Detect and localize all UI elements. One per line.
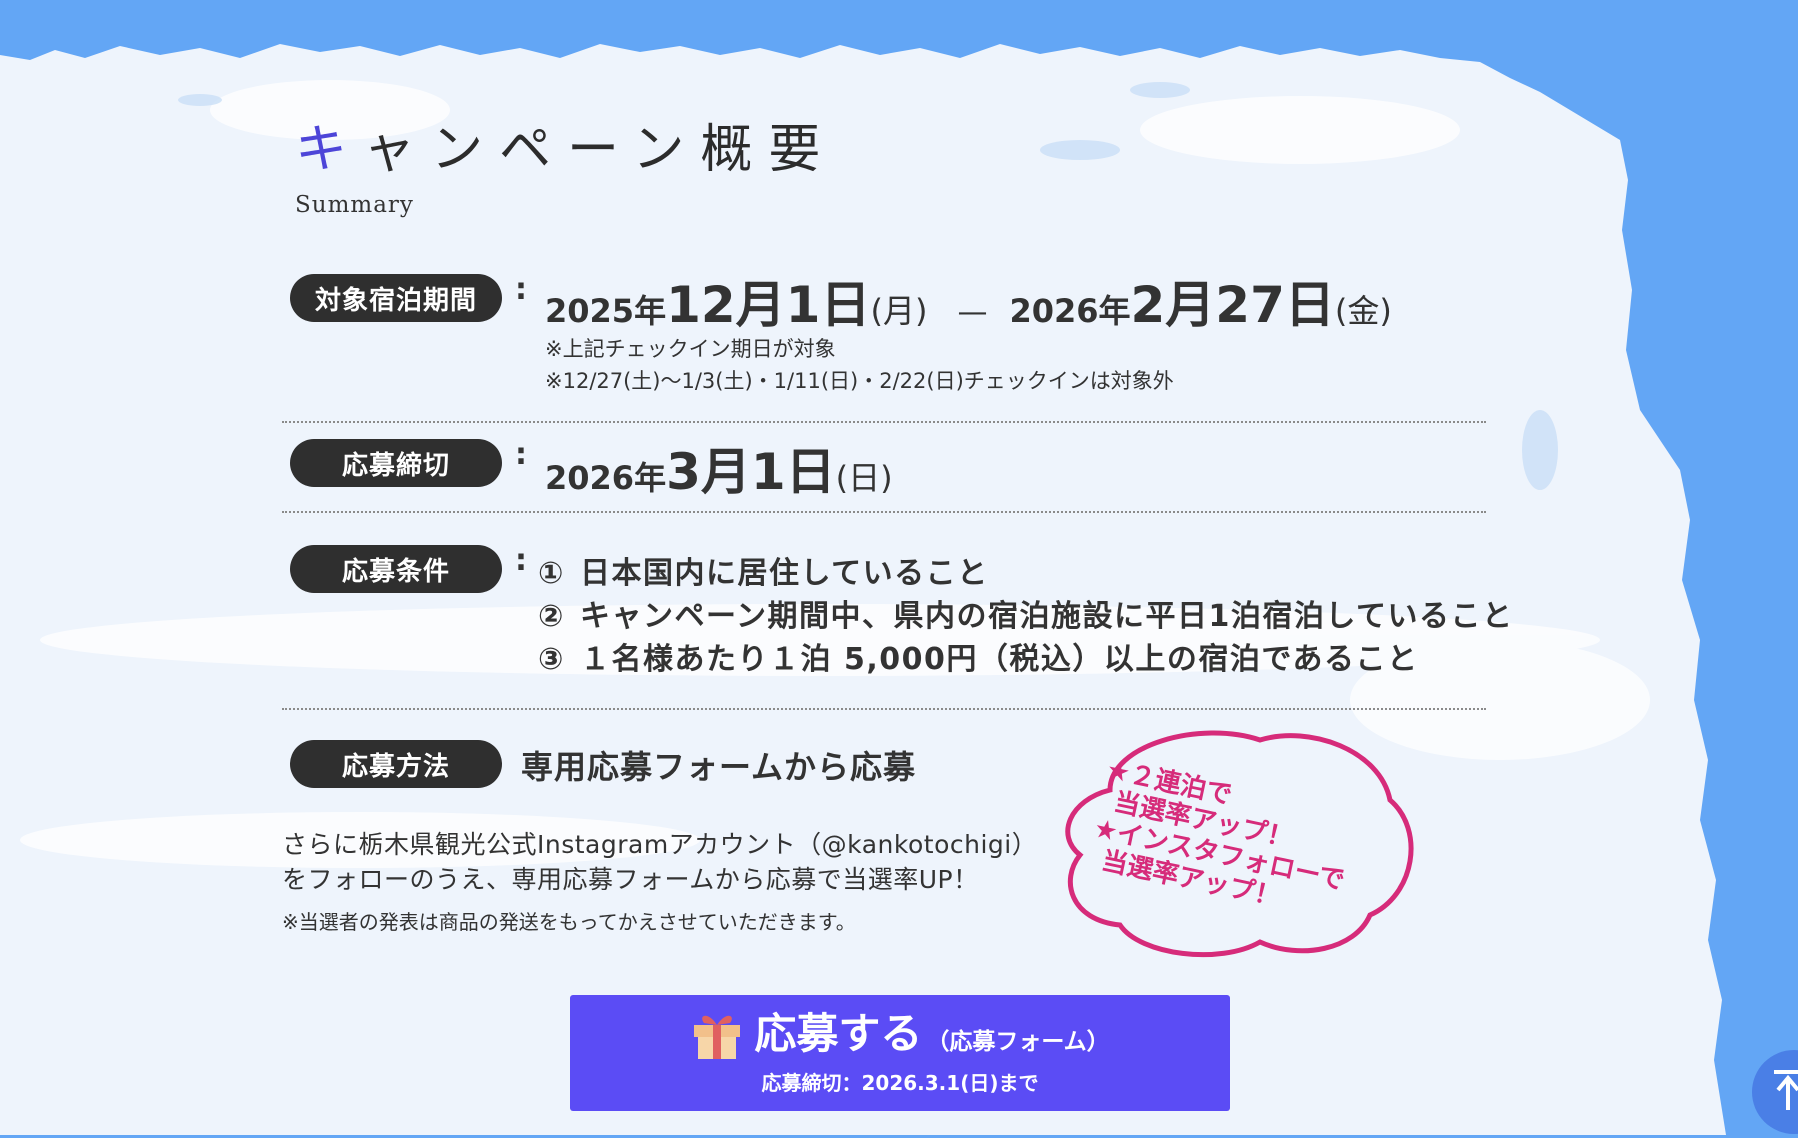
condition-item: ① 日本国内に居住していること xyxy=(538,556,989,591)
apply-button-main: 応募する （応募フォーム） xyxy=(570,1007,1230,1061)
period-dates: 2025年12月1日(月) — 2026年2月27日(金) xyxy=(545,265,1392,337)
gift-icon xyxy=(694,1015,741,1059)
period-start-date: 12月1日 xyxy=(666,276,871,334)
period-colon: : xyxy=(515,272,527,307)
condition-item: ③ １名様あたり１泊 5,000円（税込）以上の宿泊であること xyxy=(538,642,1419,677)
back-to-top-button[interactable] xyxy=(1752,1050,1798,1134)
period-start-year: 2025年 xyxy=(545,292,667,330)
method-label-pill: 応募方法 xyxy=(290,740,502,788)
deadline-date: 2026年3月1日(日) xyxy=(545,432,893,504)
title-first-char: キ xyxy=(295,120,364,180)
period-end-year: 2026年 xyxy=(1009,292,1131,330)
page-title: キャンペーン概要 xyxy=(295,118,836,182)
deadline-dow: (日) xyxy=(835,459,893,497)
instagram-info-line-1: さらに栃木県観光公式Instagramアカウント（@kankotochigi） xyxy=(282,830,1038,859)
conditions-label-pill: 応募条件 xyxy=(290,545,502,593)
divider xyxy=(282,421,1486,423)
period-note-1: ※上記チェックイン期日が対象 xyxy=(545,337,836,361)
divider xyxy=(282,708,1486,710)
arrow-up-icon xyxy=(1774,1070,1798,1110)
conditions-colon: : xyxy=(515,543,527,578)
deadline-day: 3月1日 xyxy=(666,443,836,501)
instagram-info-line-2: をフォローのうえ、専用応募フォームから応募で当選率UP！ xyxy=(282,865,979,894)
method-text: 専用応募フォームから応募 xyxy=(521,748,917,786)
deadline-colon: : xyxy=(515,437,527,472)
period-end-dow: (金) xyxy=(1334,292,1392,330)
period-start-dow: (月) xyxy=(870,292,928,330)
period-note-2: ※12/27(土)〜1/3(土)・1/11(日)・2/22(日)チェックインは対… xyxy=(545,369,1174,393)
apply-button[interactable]: 応募する （応募フォーム） 応募締切：2026.3.1(日)まで xyxy=(570,995,1230,1111)
winner-note: ※当選者の発表は商品の発送をもってかえさせていただきます。 xyxy=(282,910,856,934)
period-label-pill: 対象宿泊期間 xyxy=(290,274,502,322)
divider xyxy=(282,511,1486,513)
deadline-year: 2026年 xyxy=(545,459,667,497)
apply-button-deadline: 応募締切：2026.3.1(日)まで xyxy=(761,1071,1039,1095)
page-subtitle: Summary xyxy=(295,192,414,218)
period-separator: — xyxy=(957,295,988,330)
deadline-label-pill: 応募締切 xyxy=(290,439,502,487)
apply-button-sub: （応募フォーム） xyxy=(926,1029,1110,1055)
apply-button-label: 応募する xyxy=(754,1009,923,1058)
period-end-date: 2月27日 xyxy=(1130,276,1335,334)
condition-item: ② キャンペーン期間中、県内の宿泊施設に平日1泊宿泊していること xyxy=(538,599,1514,634)
title-rest: ャンペーン概要 xyxy=(363,120,837,180)
